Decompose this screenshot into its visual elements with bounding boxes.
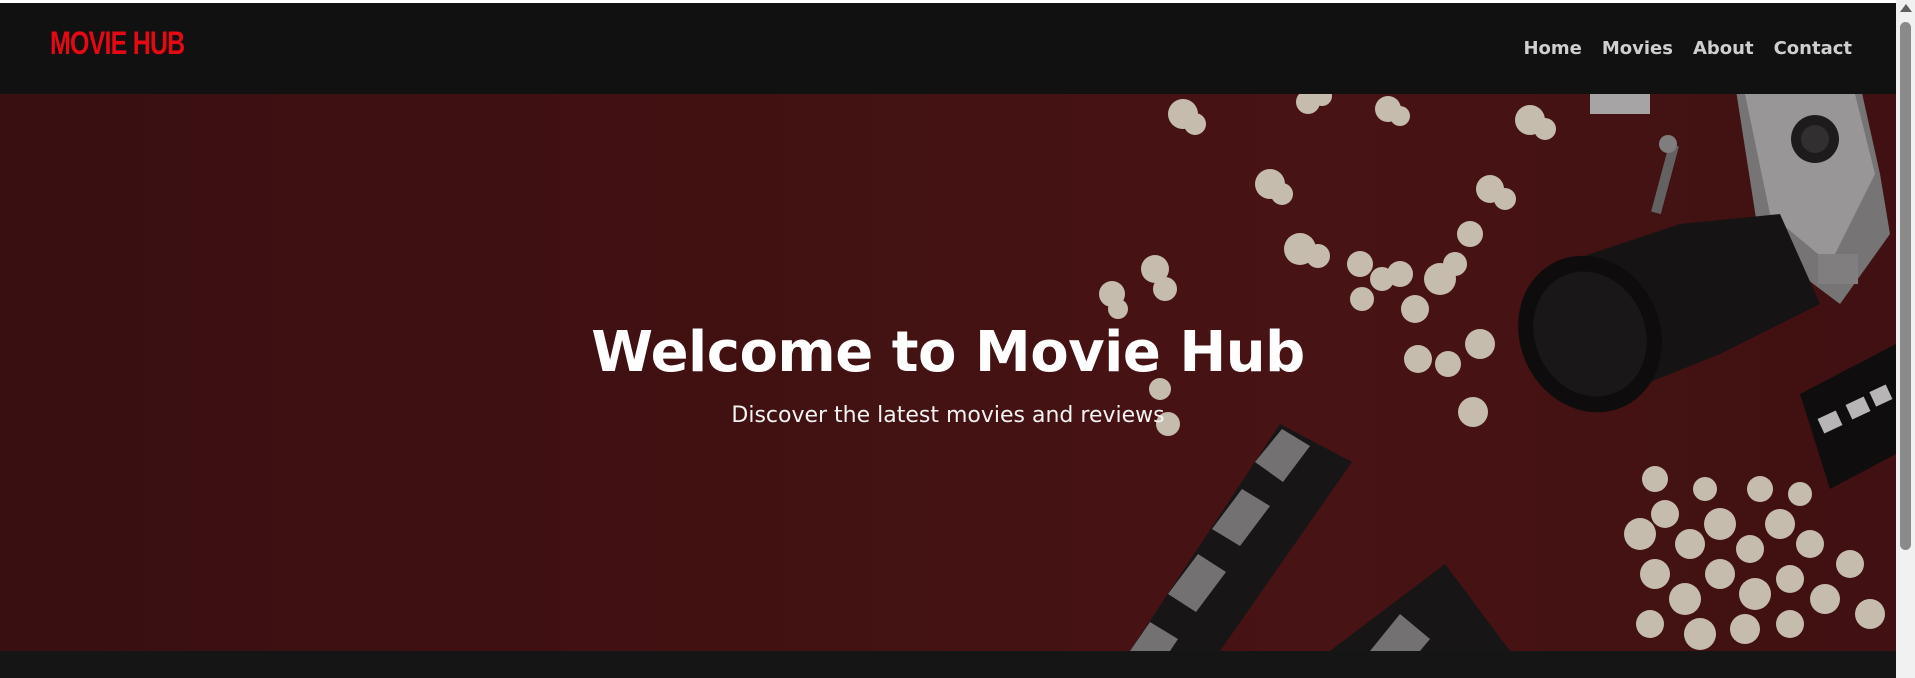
nav-link-contact[interactable]: Contact [1774,38,1852,59]
vertical-scrollbar[interactable] [1896,0,1915,678]
scroll-up-arrow-icon[interactable] [1900,4,1912,12]
page: MOVIE HUB Home Movies About Contact Welc… [0,0,1915,678]
site-logo[interactable]: MOVIE HUB [50,25,185,62]
hero-title: Welcome to Movie Hub [591,320,1305,385]
hero-banner: Welcome to Movie Hub Discover the latest… [0,94,1896,651]
hero-subtitle: Discover the latest movies and reviews [731,403,1165,428]
nav-link-about[interactable]: About [1693,38,1754,59]
hero-content: Welcome to Movie Hub Discover the latest… [0,320,1896,428]
navbar: MOVIE HUB Home Movies About Contact [0,3,1896,94]
nav-link-home[interactable]: Home [1523,38,1581,59]
nav-link-movies[interactable]: Movies [1602,38,1673,59]
scrollbar-thumb[interactable] [1900,22,1911,550]
next-section-edge [0,651,1896,678]
nav-menu: Home Movies About Contact [1523,38,1852,59]
